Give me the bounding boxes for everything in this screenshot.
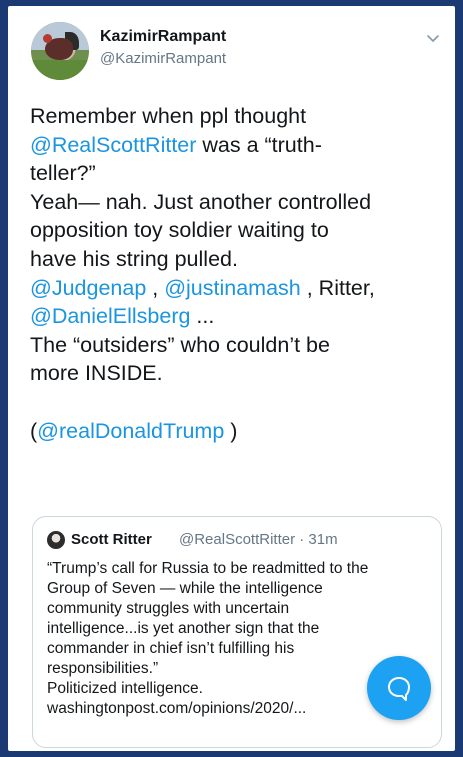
- tweet-text-segment: The “outsiders” who couldn’t be: [30, 332, 330, 357]
- tweet-text-segment: opposition toy soldier waiting to: [30, 218, 329, 243]
- tweet-text-segment: was a “truth-: [196, 132, 322, 157]
- quoted-line: intelligence...is yet another sign that …: [47, 620, 320, 637]
- mention-link[interactable]: @RealScottRitter: [30, 133, 196, 157]
- quoted-author-name: Scott Ritter: [71, 531, 152, 548]
- tweet-line: @DanielEllsberg ...: [30, 302, 442, 331]
- tweet-text-segment: Yeah— nah. Just another controlled: [30, 189, 372, 214]
- tweet-line: @Judgenap , @justinamash , Ritter,: [30, 274, 442, 303]
- tweet-line: opposition toy soldier waiting to: [30, 216, 442, 245]
- tweet-text-segment: more INSIDE.: [30, 361, 163, 386]
- quoted-author-meta: @RealScottRitter · 31m: [179, 531, 338, 548]
- quoted-line: “Trump’s call for Russia to be readmitte…: [47, 560, 369, 577]
- tweet-line: (@realDonaldTrump ): [30, 417, 442, 446]
- compose-button[interactable]: [367, 656, 431, 720]
- mention-link[interactable]: @Judgenap: [30, 276, 146, 300]
- tweet-line: @RealScottRitter was a “truth-: [30, 131, 442, 160]
- avatar-rooster-head: [43, 34, 52, 43]
- quoted-avatar: [47, 531, 65, 549]
- user-handle[interactable]: @KazimirRampant: [100, 50, 226, 67]
- message-bubble-icon: [388, 677, 410, 701]
- avatar[interactable]: [31, 22, 89, 80]
- tweet-line: The “outsiders” who couldn’t be: [30, 331, 442, 360]
- quoted-line: Group of Seven — while the intelligence: [47, 580, 323, 597]
- quoted-line: community struggles with uncertain: [47, 600, 290, 617]
- tweet-line: Remember when ppl thought: [30, 102, 442, 131]
- tweet-line: have his string pulled.: [30, 245, 442, 274]
- tweet-text-segment: have his string pulled.: [30, 246, 238, 271]
- display-name[interactable]: KazimirRampant: [100, 28, 226, 46]
- tweet-text-segment: , Ritter,: [300, 275, 375, 300]
- tweet-line: Yeah— nah. Just another controlled: [30, 188, 442, 217]
- tweet-card: KazimirRampant @KazimirRampant Remember …: [8, 6, 455, 751]
- tweet-line: more INSIDE.: [30, 359, 442, 388]
- mention-link[interactable]: @justinamash: [164, 276, 301, 300]
- tweet-text-segment: ): [224, 418, 238, 443]
- tweet-text-segment: teller?”: [30, 161, 96, 186]
- chevron-down-icon[interactable]: [425, 30, 441, 46]
- tweet-text-segment: ,: [146, 275, 165, 300]
- tweet-line: teller?”: [30, 159, 442, 188]
- tweet-line: [30, 388, 442, 417]
- tweet-text-segment: Remember when ppl thought: [30, 104, 307, 128]
- mention-link[interactable]: @realDonaldTrump: [37, 419, 224, 443]
- mention-link[interactable]: @DanielEllsberg: [30, 304, 190, 328]
- tweet-text-segment: ...: [190, 304, 215, 329]
- quoted-line: commander in chief isn’t fulfilling his: [47, 640, 295, 657]
- tweet-text: Remember when ppl thought @RealScottRitte…: [30, 102, 442, 445]
- avatar-grass: [31, 60, 89, 80]
